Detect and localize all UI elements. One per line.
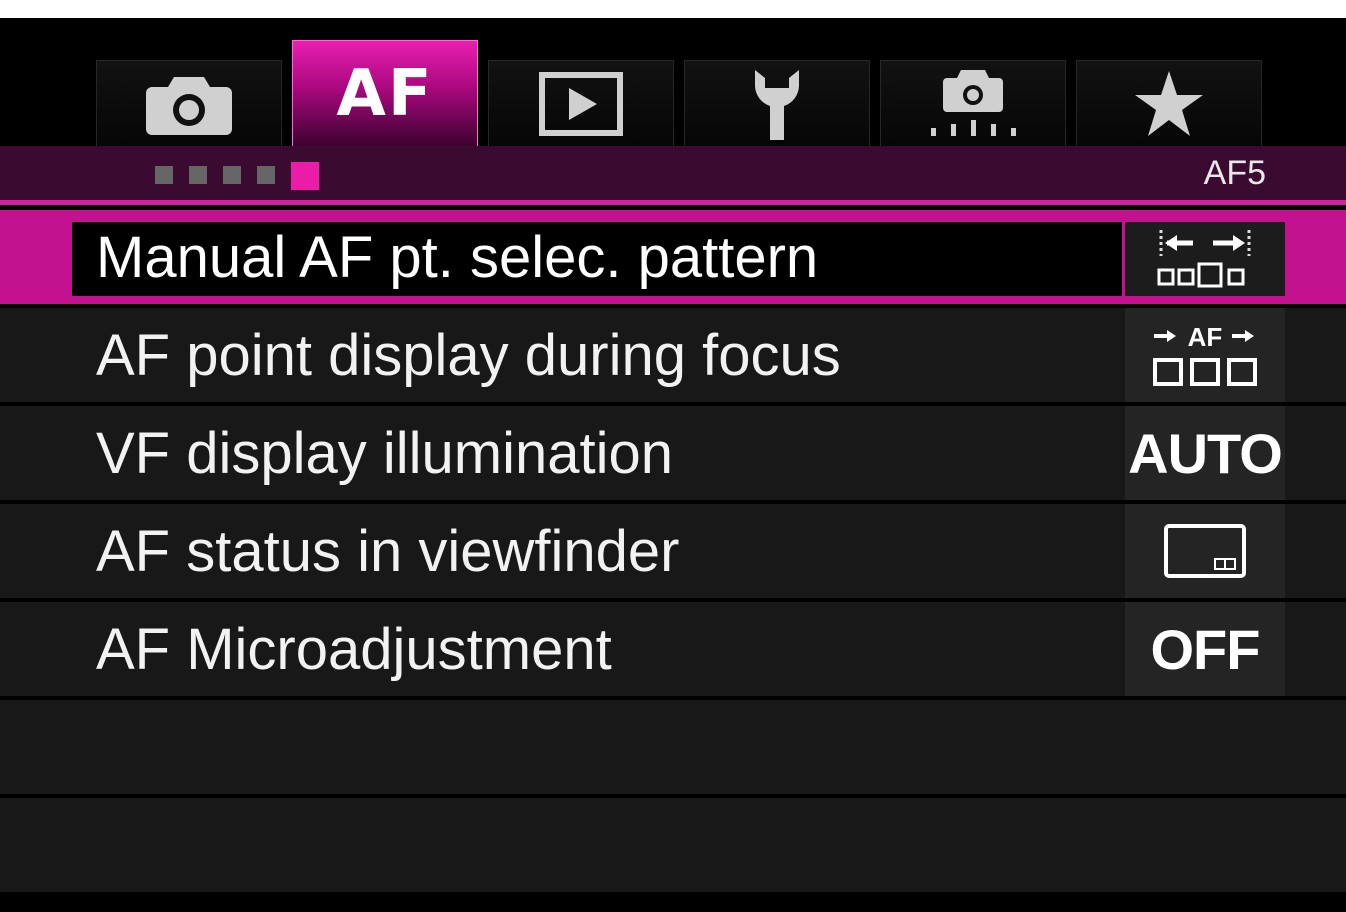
menu-item-value: [1125, 504, 1285, 598]
page-indicator-bar: AF5: [0, 146, 1346, 205]
page-dot: [223, 166, 241, 184]
custom-functions-icon: [931, 69, 1016, 136]
menu-item-manual-af-pt-selec-pattern[interactable]: Manual AF pt. selec. pattern: [0, 210, 1346, 304]
camera-icon: [146, 76, 232, 135]
page-dot: [189, 166, 207, 184]
menu-item-value: AUTO: [1125, 406, 1285, 500]
menu-item-label-box: AF status in viewfinder: [0, 504, 1125, 598]
menu-item-value-text: AUTO: [1128, 421, 1283, 485]
tab-af-label: AF: [336, 56, 434, 131]
playback-icon: [539, 71, 623, 136]
menu-item-label: Manual AF pt. selec. pattern: [96, 225, 819, 290]
tab-af[interactable]: AF: [292, 40, 478, 146]
menu-item-af-point-display-during-focus[interactable]: AF point display during focus AF: [0, 308, 1346, 402]
page-code: AF5: [1203, 154, 1266, 192]
af-point-display-icon: AF: [1153, 322, 1257, 386]
menu-item-value-text: OFF: [1150, 617, 1261, 681]
tab-playback[interactable]: [488, 60, 674, 146]
menu-item-value: [1125, 222, 1285, 296]
menu-item-vf-display-illumination[interactable]: VF display illumination AUTO: [0, 406, 1346, 500]
menu-item-label-box: AF point display during focus: [0, 308, 1125, 402]
star-icon: [1135, 70, 1203, 136]
tab-setup[interactable]: [684, 60, 870, 146]
menu-item-label: VF display illumination: [96, 421, 674, 486]
page-dot-current: [291, 162, 319, 190]
wrench-icon: [755, 69, 799, 140]
menu-item-value: AF: [1125, 308, 1285, 402]
menu-item-label-box: VF display illumination: [0, 406, 1125, 500]
menu-item-label-box: Manual AF pt. selec. pattern: [72, 222, 1122, 296]
af-point-selection-pattern-icon: [1157, 230, 1251, 288]
viewfinder-status-icon: [1164, 524, 1246, 578]
menu-item-value: OFF: [1125, 602, 1285, 696]
menu-tab-bar: AF: [0, 18, 1346, 146]
menu-item-af-microadjustment[interactable]: AF Microadjustment OFF: [0, 602, 1346, 696]
menu-item-label: AF status in viewfinder: [96, 519, 680, 584]
svg-text:AF: AF: [1188, 322, 1223, 352]
menu-item-af-status-in-viewfinder[interactable]: AF status in viewfinder: [0, 504, 1346, 598]
page-dot: [155, 166, 173, 184]
page-dot: [257, 166, 275, 184]
empty-row: [0, 798, 1346, 892]
tab-custom-functions[interactable]: [880, 60, 1066, 146]
camera-menu-screen: AF AF5 Manual AF pt. selec. pattern AF p…: [0, 18, 1346, 912]
menu-item-label: AF Microadjustment: [96, 617, 612, 682]
menu-item-label-box: AF Microadjustment: [0, 602, 1125, 696]
empty-row: [0, 700, 1346, 794]
tab-my-menu[interactable]: [1076, 60, 1262, 146]
tab-shooting[interactable]: [96, 60, 282, 146]
menu-item-label: AF point display during focus: [96, 323, 841, 388]
